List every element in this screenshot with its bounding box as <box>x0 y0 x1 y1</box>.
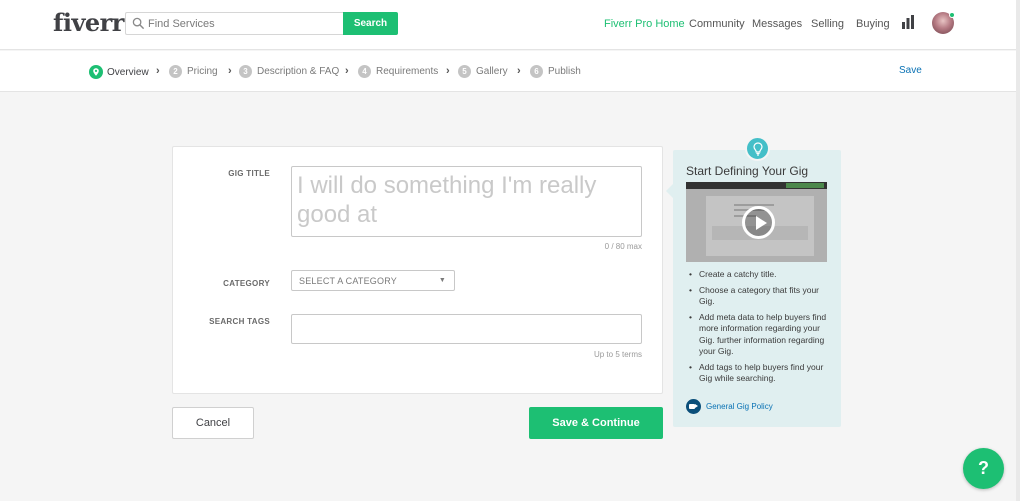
cancel-button[interactable]: Cancel <box>172 407 254 439</box>
step-gallery[interactable]: 5 Gallery <box>458 65 508 78</box>
gig-overview-form: GIG TITLE 0 / 80 max CATEGORY SELECT A C… <box>172 146 663 394</box>
category-label: CATEGORY <box>223 279 270 288</box>
nav-community[interactable]: Community <box>689 18 745 30</box>
search-input[interactable] <box>148 14 338 33</box>
step-number: 6 <box>530 65 543 78</box>
top-header: fiverr Search Fiverr Pro Home Community … <box>0 0 1016 50</box>
step-publish[interactable]: 6 Publish <box>530 65 581 78</box>
step-label: Gallery <box>476 66 508 77</box>
category-selected-value: SELECT A CATEGORY <box>299 276 397 286</box>
gig-title-label: GIG TITLE <box>228 169 270 178</box>
chevron-right-icon: › <box>228 65 232 77</box>
nav-selling[interactable]: Selling <box>811 18 844 30</box>
step-label: Overview <box>107 66 149 78</box>
fiverr-logo[interactable]: fiverr <box>53 8 124 37</box>
search-icon <box>132 17 145 30</box>
play-icon[interactable] <box>742 206 775 239</box>
search-tags-field[interactable] <box>291 314 642 344</box>
step-number: 5 <box>458 65 471 78</box>
help-button[interactable]: ? <box>963 448 1004 489</box>
step-number: 2 <box>169 65 182 78</box>
search-box <box>125 12 343 35</box>
save-continue-button[interactable]: Save & Continue <box>529 407 663 439</box>
nav-fiverr-pro-home[interactable]: Fiverr Pro Home <box>604 18 685 30</box>
step-number: 4 <box>358 65 371 78</box>
tip-item: Add meta data to help buyers find more i… <box>687 312 829 358</box>
step-label: Description & FAQ <box>257 66 340 77</box>
gig-title-char-counter: 0 / 80 max <box>604 242 642 251</box>
step-label: Requirements <box>376 66 439 77</box>
policy-link-text: General Gig Policy <box>706 402 773 411</box>
search-tags-hint: Up to 5 terms <box>593 350 642 359</box>
save-link[interactable]: Save <box>899 65 922 76</box>
step-overview[interactable]: Overview <box>89 65 149 79</box>
step-description-faq[interactable]: 3 Description & FAQ <box>239 65 339 78</box>
gig-steps-bar: Overview › 2 Pricing › 3 Description & F… <box>0 51 1016 92</box>
online-status-dot <box>949 12 955 18</box>
video-camera-icon <box>686 399 701 414</box>
step-number: 3 <box>239 65 252 78</box>
chevron-right-icon: › <box>446 65 450 77</box>
step-requirements[interactable]: 4 Requirements <box>358 65 438 78</box>
step-pricing[interactable]: 2 Pricing <box>169 65 218 78</box>
chevron-right-icon: › <box>517 65 521 77</box>
gig-title-field[interactable] <box>291 166 642 237</box>
tip-item: Choose a category that fits your Gig. <box>687 285 829 308</box>
chevron-right-icon: › <box>156 65 160 77</box>
search-tags-label: SEARCH TAGS <box>209 317 270 326</box>
search-button[interactable]: Search <box>343 12 398 35</box>
step-label: Pricing <box>187 66 218 77</box>
page-scrollbar[interactable] <box>1016 0 1020 501</box>
tip-item: Create a catchy title. <box>687 269 829 281</box>
analytics-icon[interactable] <box>902 15 914 29</box>
tips-title: Start Defining Your Gig <box>686 164 809 178</box>
search-tags-input[interactable] <box>292 315 641 343</box>
tips-list: Create a catchy title. Choose a category… <box>687 269 829 389</box>
nav-messages[interactable]: Messages <box>752 18 802 30</box>
caret-down-icon: ▼ <box>438 277 446 284</box>
chevron-right-icon: › <box>345 65 349 77</box>
lightbulb-icon <box>745 136 770 161</box>
nav-buying[interactable]: Buying <box>856 18 890 30</box>
general-gig-policy-link[interactable]: General Gig Policy <box>686 399 773 414</box>
gig-title-textarea[interactable] <box>292 167 641 236</box>
category-select[interactable]: SELECT A CATEGORY ▼ <box>291 270 455 291</box>
step-label: Publish <box>548 66 581 77</box>
tip-item: Add tags to help buyers find your Gig wh… <box>687 362 829 385</box>
location-pin-icon <box>89 65 103 79</box>
